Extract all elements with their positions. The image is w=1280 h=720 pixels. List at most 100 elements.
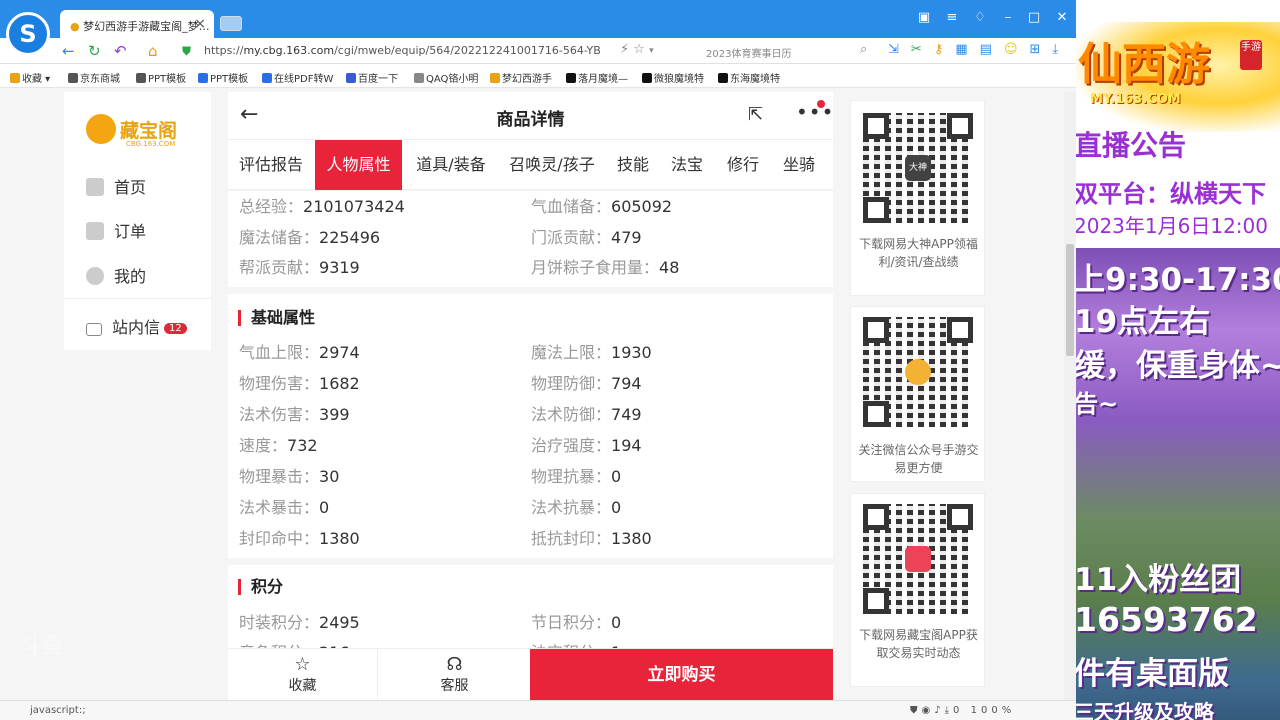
share-icon[interactable]: ⇱ — [748, 104, 763, 125]
star-icon[interactable]: ☆ — [633, 42, 645, 57]
tab-title: 梦幻西游手游藏宝阁_梦… — [83, 20, 210, 33]
stream-notice-line: 16593762 — [1076, 600, 1258, 639]
tab-treasures[interactable]: 法宝 — [660, 140, 714, 190]
lightning-icon[interactable]: ⚡ — [620, 42, 629, 57]
undo-icon[interactable]: ↶ — [114, 42, 127, 60]
bookmark-item[interactable]: 落月魔境— — [566, 70, 628, 85]
bookmark-item[interactable]: 京东商城 — [68, 70, 120, 85]
attr-row: 治疗强度：194 — [531, 436, 642, 455]
qr-corner — [863, 317, 889, 343]
scrollbar-thumb[interactable] — [1066, 244, 1074, 356]
search-icon[interactable]: ⌕ — [860, 42, 867, 57]
qr-corner — [863, 588, 889, 614]
back-icon[interactable]: ← — [62, 42, 75, 60]
page-title: 商品详情 — [496, 110, 565, 130]
address-bar: ← ↻ ↶ ⌂ ⛊ https://my.cbg.163.com/cgi/mwe… — [0, 38, 1076, 64]
bookmarks-bar: 收藏 ▾ 京东商城 PPT模板 PPT模板 在线PDF转W 百度一下 QAQ铬小… — [0, 64, 1076, 88]
refresh-icon[interactable]: ↻ — [88, 42, 101, 60]
download-icon[interactable]: ⤓ — [1052, 42, 1070, 57]
baidu-icon — [346, 73, 356, 83]
bookmark-item[interactable]: 梦幻西游手 — [490, 70, 552, 85]
address-actions: ⚡ ☆ ▾ — [620, 42, 654, 57]
order-icon — [86, 222, 104, 240]
tab-items-equipment[interactable]: 道具/装备 — [404, 140, 498, 190]
tab-favicon-icon: ● — [70, 20, 80, 33]
emoji-icon[interactable]: ☺ — [1004, 42, 1030, 57]
key-icon[interactable]: ⚷ — [934, 42, 956, 57]
page-icon — [414, 73, 424, 83]
page-icon — [68, 73, 78, 83]
tab-summons-children[interactable]: 召唤灵/孩子 — [500, 140, 604, 190]
eye-icon[interactable]: ◉ — [922, 705, 935, 716]
window-icon[interactable]: ▤ — [980, 42, 1004, 57]
attr-row: 封印命中：1380 — [239, 529, 360, 548]
attr-row: 时装积分：2495 — [239, 613, 360, 632]
menu-icon[interactable]: ≡ — [944, 10, 960, 25]
tab-close-icon[interactable]: × — [194, 16, 206, 32]
grid-icon[interactable]: ⊞ — [1030, 42, 1053, 57]
bookmark-item[interactable]: 东海魔境特 — [718, 70, 780, 85]
home-icon[interactable]: ⌂ — [148, 42, 158, 60]
shield-icon[interactable]: ⛊ — [910, 705, 922, 716]
qr-corner — [947, 113, 973, 139]
stream-notice-line: 双平台：纵横天下 — [1076, 180, 1266, 208]
attr-row: 法术防御：749 — [531, 405, 642, 424]
bookmark-item[interactable]: QAQ铬小明 — [414, 70, 478, 85]
section-title: 积分 — [238, 579, 283, 595]
qr-corner — [863, 113, 889, 139]
url-field[interactable]: https://my.cbg.163.com/cgi/mweb/equip/56… — [204, 44, 601, 57]
bookmark-item[interactable]: 百度一下 — [346, 70, 398, 85]
sidebar-item-home[interactable]: 首页 — [86, 174, 146, 198]
login-icon[interactable]: ⇲ — [888, 42, 911, 57]
product-detail-panel: ← 商品详情 ⇱ ••• 评估报告 人物属性 道具/装备 召唤灵/孩子 技能 法… — [228, 92, 833, 700]
bookmark-item[interactable]: PPT模板 — [198, 70, 248, 85]
tab-cultivation[interactable]: 修行 — [716, 140, 770, 190]
browser-tab[interactable]: ● 梦幻西游手游藏宝阁_梦… × — [60, 10, 214, 38]
bookmark-item[interactable]: 微狼魔境特 — [642, 70, 704, 85]
skin-icon[interactable]: ♢ — [972, 10, 988, 25]
buy-now-button[interactable]: 立即购买 — [530, 649, 833, 700]
zoom-level[interactable]: 100% — [971, 705, 1016, 716]
tab-character-attributes[interactable]: 人物属性 — [315, 140, 402, 190]
search-hint[interactable]: 2023体育赛事日历 — [706, 45, 791, 60]
money-bag-icon — [86, 114, 116, 144]
minimize-icon[interactable]: – — [1000, 10, 1016, 25]
tab-mounts[interactable]: 坐骑 — [772, 140, 826, 190]
apps-icon[interactable]: ▦ — [955, 42, 979, 57]
notification-dot — [817, 100, 825, 108]
sidebar-item-messages[interactable]: 站内信 12 — [86, 314, 187, 338]
attr-total-exp: 总经验：2101073424 — [239, 197, 405, 216]
sidebar-toggle-icon[interactable]: ▣ — [916, 10, 932, 25]
qr-corner — [863, 401, 889, 427]
stream-notice-line: 2023年1月6日12:00 — [1076, 214, 1268, 238]
sidebar-item-orders[interactable]: 订单 — [86, 218, 146, 242]
attr-row: 物理防御：794 — [531, 374, 642, 393]
ppt-icon — [198, 73, 208, 83]
browser-titlebar: ● 梦幻西游手游藏宝阁_梦… × ▣ ≡ ♢ – □ ✕ — [0, 0, 1076, 38]
page-scrollbar[interactable] — [1064, 92, 1076, 700]
customer-service-button[interactable]: ☊ 客服 — [379, 649, 530, 700]
close-window-icon[interactable]: ✕ — [1054, 10, 1070, 25]
bookmark-item[interactable]: 在线PDF转W — [262, 70, 333, 85]
mute-icon[interactable]: ♪ — [934, 705, 944, 716]
stream-notice-line: 直播公告 — [1076, 129, 1187, 162]
brand-logo[interactable]: 藏宝阁 CBG.163.COM — [86, 108, 196, 148]
stream-notice-line: 缓，保重身体~ — [1076, 348, 1280, 384]
dashen-logo-icon: 大神 — [905, 155, 931, 181]
tab-evaluation[interactable]: 评估报告 — [228, 140, 314, 190]
dropdown-icon[interactable]: ▾ — [649, 46, 654, 56]
maximize-icon[interactable]: □ — [1026, 10, 1042, 25]
url-host: my.cbg.163.com — [243, 44, 335, 57]
bookmark-item[interactable]: 收藏 ▾ — [10, 70, 50, 85]
favorite-button[interactable]: ☆ 收藏 — [228, 649, 378, 700]
bookmark-item[interactable]: PPT模板 — [136, 70, 186, 85]
qr-card-app: 下载网易藏宝阁APP获取交易实时动态 — [850, 493, 985, 687]
more-icon[interactable]: ••• — [796, 100, 833, 124]
tab-skills[interactable]: 技能 — [608, 140, 658, 190]
cut-icon[interactable]: ✂ — [911, 42, 934, 57]
sidebar-item-mine[interactable]: 我的 — [86, 263, 146, 287]
download-icon[interactable]: ⤓ — [945, 705, 953, 716]
browser-logo-icon: S — [6, 12, 50, 56]
new-tab-button[interactable] — [220, 16, 242, 31]
headset-icon: ☊ — [446, 654, 463, 675]
